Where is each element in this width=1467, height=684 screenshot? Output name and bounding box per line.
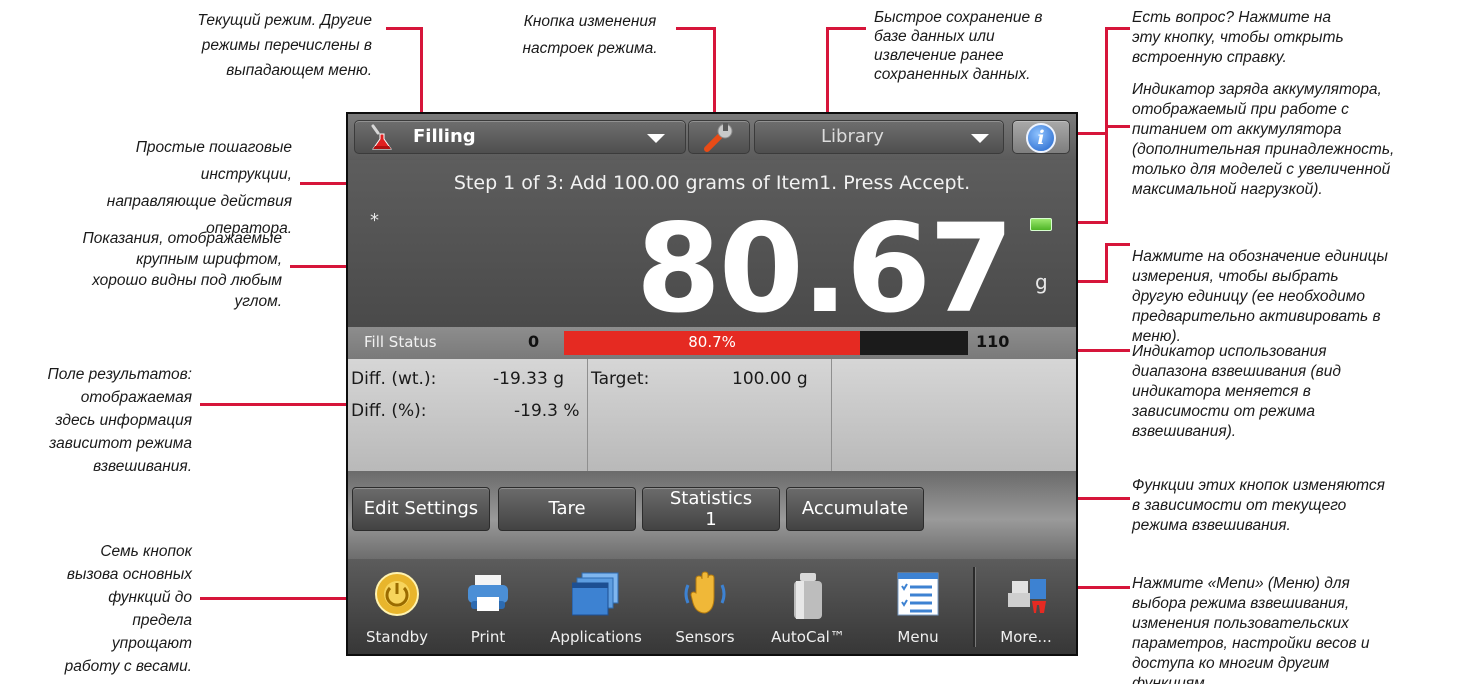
weighing-display: Step 1 of 3: Add 100.00 grams of Item1. … <box>348 160 1076 340</box>
tare-label: Tare <box>548 498 586 519</box>
calibration-weight-icon <box>794 573 822 619</box>
unit-selector[interactable]: g <box>1035 270 1048 294</box>
annotation-unit: Нажмите на обозначение единицы измерения… <box>1132 248 1388 345</box>
results-panel: Diff. (wt.): -19.33 g Diff. (%): -19.3 %… <box>348 359 1076 471</box>
autocal-label: AutoCal™ <box>771 628 845 646</box>
fill-progress-bar: 80.7% <box>564 331 968 355</box>
diff-wt-label: Diff. (wt.): <box>351 369 437 389</box>
menu-label: Menu <box>897 628 939 646</box>
leader-line <box>826 27 866 30</box>
edit-settings-label: Edit Settings <box>363 498 479 519</box>
function-button-row: Edit Settings Tare Statistics 1 Accumula… <box>348 471 1076 559</box>
statistics-count: 1 <box>705 509 717 530</box>
accumulate-button[interactable]: Accumulate <box>786 487 924 531</box>
leader-line <box>1105 125 1108 224</box>
print-label: Print <box>470 628 506 646</box>
applications-icon <box>572 572 619 616</box>
help-button[interactable]: i <box>1012 120 1070 154</box>
annotation-reading: Показания, отображаемые крупным шрифтом,… <box>82 230 282 310</box>
results-column: Diff. (wt.): -19.33 g Diff. (%): -19.3 % <box>348 359 588 471</box>
annotation-battery: Индикатор заряда аккумулятора, отображае… <box>1132 81 1395 198</box>
step-instruction: Step 1 of 3: Add 100.00 grams of Item1. … <box>453 172 971 194</box>
leader-line <box>386 27 423 30</box>
target-label: Target: <box>591 369 650 389</box>
balance-touchscreen: Filling Library i Step 1 of 3: Add 100.0… <box>346 112 1078 656</box>
library-label: Library <box>821 126 884 147</box>
mode-settings-button[interactable] <box>688 120 750 154</box>
leader-line <box>676 27 716 30</box>
fill-min-value: 0 <box>528 332 540 351</box>
annotation-range: Индикатор использования диапазона взвеши… <box>1132 343 1341 440</box>
statistics-button[interactable]: Statistics 1 <box>642 487 780 531</box>
sensors-label: Sensors <box>675 628 735 646</box>
annotation-quick-save: Быстрое сохранение в базе данных или изв… <box>874 9 1043 83</box>
fill-status-row: Fill Status 0 80.7% 110 <box>348 327 1076 359</box>
diff-wt-value: -19.33 g <box>493 369 564 389</box>
more-label: More... <box>1000 628 1052 646</box>
more-button[interactable]: More... <box>978 559 1074 654</box>
target-value: 100.00 g <box>732 369 808 389</box>
printer-icon <box>468 575 508 611</box>
diff-pct-label: Diff. (%): <box>351 401 427 421</box>
leader-line <box>1105 27 1108 135</box>
applications-label: Applications <box>550 628 642 646</box>
diff-pct-value: -19.3 % <box>514 401 580 421</box>
library-dropdown[interactable]: Library <box>754 120 1004 154</box>
annotation-current-mode: Текущий режим. Другие режимы перечислены… <box>197 12 372 79</box>
menu-button[interactable]: Menu <box>868 559 968 654</box>
annotation-mode-settings: Кнопка изменения настроек режима. <box>522 13 658 57</box>
edit-settings-button[interactable]: Edit Settings <box>352 487 490 531</box>
results-column <box>832 359 1076 471</box>
dock-divider <box>973 567 975 647</box>
stability-indicator: * <box>370 210 379 231</box>
leader-line <box>1105 27 1130 30</box>
print-button[interactable]: Print <box>448 559 528 654</box>
sensors-button[interactable]: Sensors <box>664 559 746 654</box>
fill-status-label: Fill Status <box>364 333 437 351</box>
leader-line <box>1105 243 1108 283</box>
annotation-help: Есть вопрос? Нажмите на эту кнопку, чтоб… <box>1132 9 1344 66</box>
annotation-function-buttons: Функции этих кнопок изменяются в зависим… <box>1132 477 1385 534</box>
standby-button[interactable]: Standby <box>352 559 442 654</box>
statistics-label: Statistics <box>669 488 753 509</box>
annotation-results: Поле результатов: отображаемая здесь инф… <box>47 366 192 475</box>
applications-button[interactable]: Applications <box>534 559 658 654</box>
annotation-menu: Нажмите «Menu» (Меню) для выбора режима … <box>1132 575 1370 684</box>
info-icon: i <box>1026 123 1056 153</box>
standby-label: Standby <box>365 628 429 646</box>
weight-reading: 80.67 <box>636 198 1014 340</box>
fill-percent: 80.7% <box>688 333 736 351</box>
annotation-steps: Простые пошаговые инструкции, направляющ… <box>106 139 292 237</box>
hand-sensor-icon <box>684 571 726 614</box>
leader-line <box>1105 243 1130 246</box>
fill-max-value: 110 <box>976 332 1010 351</box>
battery-icon <box>1030 218 1052 231</box>
main-function-dock: Standby Print Applications Sensors AutoC… <box>348 559 1076 654</box>
power-icon <box>375 572 419 616</box>
more-functions-icon <box>1008 579 1046 613</box>
results-column: Target: 100.00 g <box>588 359 832 471</box>
chevron-down-icon <box>971 134 989 143</box>
annotation-seven-buttons: Семь кнопок вызова основных функций до п… <box>64 543 192 675</box>
mode-dropdown[interactable]: Filling <box>354 120 686 154</box>
autocal-button[interactable]: AutoCal™ <box>758 559 858 654</box>
top-bar: Filling Library i <box>348 114 1076 160</box>
menu-list-icon <box>897 572 939 616</box>
mode-label: Filling <box>413 126 476 147</box>
accumulate-label: Accumulate <box>801 498 909 519</box>
tare-button[interactable]: Tare <box>498 487 636 531</box>
leader-line <box>1105 125 1130 128</box>
fill-progress-fill: 80.7% <box>564 331 861 355</box>
chevron-down-icon <box>647 134 665 143</box>
wrench-icon <box>704 123 733 152</box>
flask-icon <box>371 124 392 150</box>
